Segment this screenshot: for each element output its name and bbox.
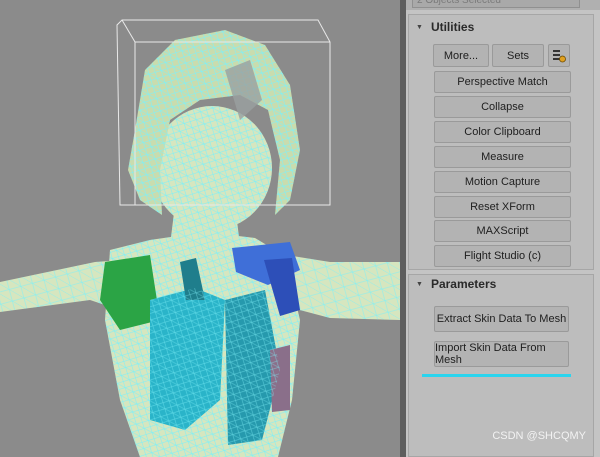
collapse-arrow-icon: ▼ — [416, 280, 423, 288]
watermark: CSDN @SHCQMY — [492, 430, 586, 442]
maxscript-button[interactable]: MAXScript — [434, 220, 571, 242]
character-mesh — [0, 19, 400, 457]
sets-button[interactable]: Sets — [492, 44, 544, 67]
progress-bar — [422, 374, 571, 377]
parameters-header[interactable]: ▼ Parameters — [416, 276, 496, 292]
reset-xform-button[interactable]: Reset XForm — [434, 196, 571, 218]
3d-viewport[interactable] — [0, 0, 400, 457]
utilities-header[interactable]: ▼ Utilities — [416, 19, 474, 35]
extract-skin-data-button[interactable]: Extract Skin Data To Mesh — [434, 306, 569, 332]
import-skin-data-button[interactable]: Import Skin Data From Mesh — [434, 341, 569, 367]
configure-sets-button[interactable] — [548, 44, 570, 67]
perspective-match-button[interactable]: Perspective Match — [434, 71, 571, 93]
motion-capture-button[interactable]: Motion Capture — [434, 171, 571, 193]
flight-studio-button[interactable]: Flight Studio (c) — [434, 245, 571, 267]
configure-list-icon — [553, 49, 566, 62]
color-clipboard-button[interactable]: Color Clipboard — [434, 121, 571, 143]
collapse-button[interactable]: Collapse — [434, 96, 571, 118]
selection-info: 2 Objects Selected — [412, 0, 580, 8]
measure-button[interactable]: Measure — [434, 146, 571, 168]
collapse-arrow-icon: ▼ — [416, 23, 423, 31]
parameters-title: Parameters — [430, 277, 497, 291]
more-button[interactable]: More... — [433, 44, 489, 67]
utilities-title: Utilities — [430, 20, 475, 34]
